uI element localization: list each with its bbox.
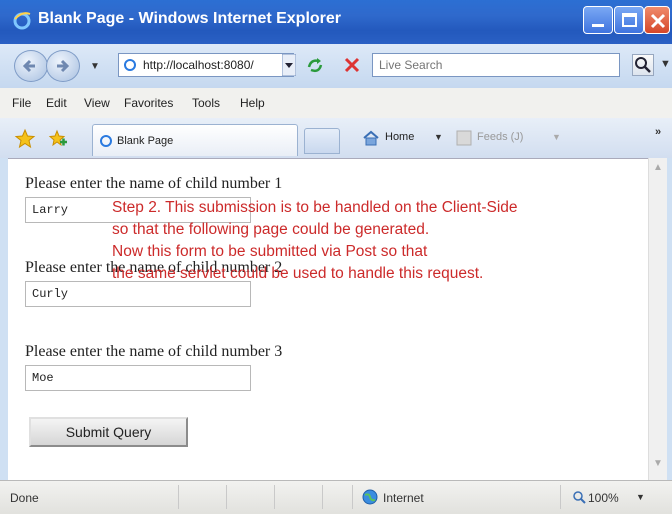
address-field[interactable]: http://localhost:8080/ [118,53,294,77]
feeds-icon[interactable] [456,130,472,146]
feeds-button[interactable]: Feeds (J) [477,131,523,143]
tab-label: Blank Page [117,135,174,147]
more-tools-chevron-icon[interactable]: » [655,126,661,138]
recent-pages-dropdown-icon[interactable]: ▼ [90,61,100,72]
page-icon [100,135,112,147]
child-3-input[interactable] [25,365,251,391]
submit-query-button[interactable]: Submit Query [29,417,188,447]
forward-arrow-icon [57,59,70,73]
annotation-line-1: Step 2. This submission is to be handled… [112,199,518,216]
status-divider [274,485,275,509]
status-bar: Done Internet 100% ▼ [0,480,672,514]
tab-blank-page[interactable]: Blank Page [92,124,298,156]
back-arrow-icon [22,59,35,73]
annotation-line-4: the same servlet could be used to handle… [112,265,484,282]
menu-help[interactable]: Help [240,96,265,110]
child-1-label: Please enter the name of child number 1 [25,175,283,192]
vertical-scrollbar[interactable]: ▲ ▼ [648,158,667,480]
browser-window: Blank Page - Windows Internet Explorer ▼… [0,0,672,514]
favorites-center-icon[interactable] [14,128,36,150]
status-divider [352,485,353,509]
status-divider [226,485,227,509]
search-button[interactable] [632,54,654,76]
maximize-button[interactable] [614,6,644,34]
stop-icon[interactable] [342,55,362,75]
internet-zone-globe-icon [362,489,378,505]
menu-view[interactable]: View [84,96,110,110]
address-url: http://localhost:8080/ [143,58,254,72]
zoom-icon [573,491,586,504]
feeds-dropdown-icon[interactable]: ▼ [552,132,561,142]
forward-button[interactable] [46,50,80,82]
zoom-level[interactable]: 100% [588,491,619,505]
window-title: Blank Page - Windows Internet Explorer [38,10,342,27]
search-field[interactable] [372,53,621,77]
back-button[interactable] [14,50,48,82]
address-toolbar: ▼ http://localhost:8080/ ▼ [0,44,672,88]
ie-logo-icon [13,12,31,30]
security-zone-label[interactable]: Internet [383,491,424,505]
status-text: Done [10,491,39,505]
menu-bar: File Edit View Favorites Tools Help [0,88,672,119]
home-dropdown-icon[interactable]: ▼ [434,132,443,142]
menu-file[interactable]: File [12,96,31,110]
title-bar: Blank Page - Windows Internet Explorer [0,0,672,44]
refresh-icon[interactable] [305,55,325,75]
new-tab-button[interactable] [304,128,340,154]
search-icon [635,57,651,73]
home-icon[interactable] [362,130,380,146]
zoom-dropdown-icon[interactable]: ▼ [636,492,645,502]
status-divider [322,485,323,509]
minimize-button[interactable] [583,6,613,34]
close-button[interactable] [644,6,670,34]
tab-toolbar: Blank Page Home ▼ Feeds (J) ▼ » [0,118,672,158]
child-3-label: Please enter the name of child number 3 [25,343,283,360]
add-favorite-icon[interactable] [46,128,68,150]
menu-edit[interactable]: Edit [46,96,67,110]
close-icon [650,13,666,29]
status-divider [560,485,561,509]
address-dropdown-icon[interactable] [282,54,296,76]
page-icon [124,59,136,71]
annotation-callout: Step 2. This submission is to be handled… [112,197,652,285]
scroll-up-arrow-icon[interactable]: ▲ [651,162,665,176]
menu-tools[interactable]: Tools [192,96,220,110]
page-content: Please enter the name of child number 1 … [8,158,648,481]
annotation-line-2: so that the following page could be gene… [112,221,430,238]
maximize-icon [622,13,637,27]
search-input[interactable] [373,54,621,76]
minimize-icon [592,24,604,27]
annotation-line-3: Now this form to be submitted via Post s… [112,243,428,260]
home-button[interactable]: Home [385,131,414,143]
menu-favorites[interactable]: Favorites [124,96,173,110]
status-divider [178,485,179,509]
search-options-dropdown-icon[interactable]: ▼ [660,58,671,70]
scroll-down-arrow-icon[interactable]: ▼ [651,458,665,472]
